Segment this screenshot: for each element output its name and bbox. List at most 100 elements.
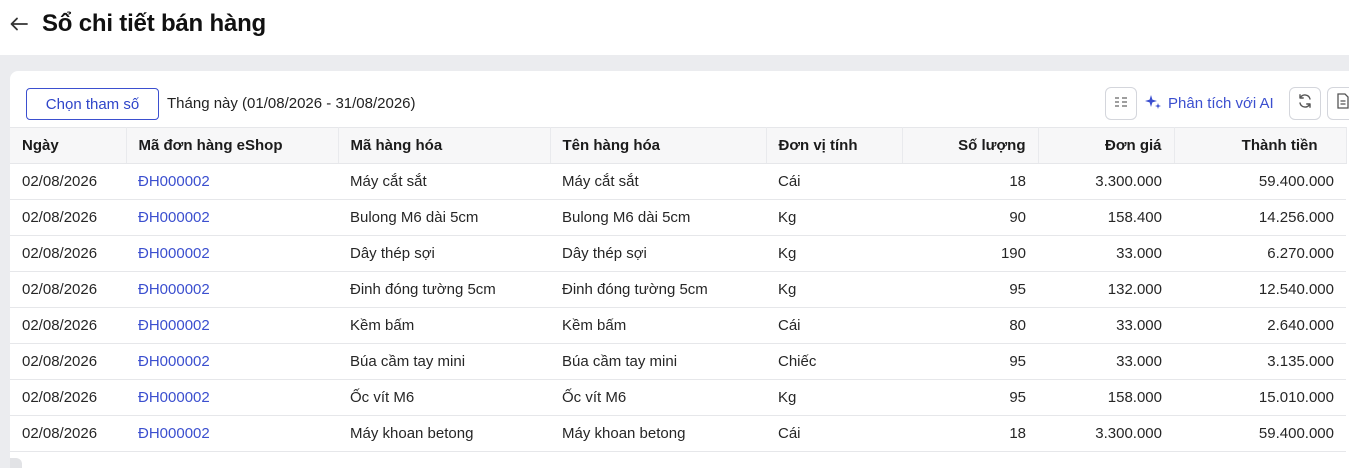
table-row[interactable]: 02/08/2026 ĐH000002 Kềm bấm Kềm bấm Cái 80 33.… [10, 307, 1346, 344]
table-row[interactable]: 02/08/2026 ĐH000002 Búa cầm tay mini Búa cầ… [10, 343, 1346, 380]
cell-date: 02/08/2026 [10, 343, 126, 380]
column-header-amount[interactable]: Thành tiền [1174, 127, 1347, 164]
cell-item-code: Ốc vít M6 [338, 379, 550, 416]
cell-unit: Kg [766, 235, 902, 272]
cell-unit: Kg [766, 379, 902, 416]
cell-unit-price: 158.400 [1038, 199, 1174, 236]
table-row[interactable]: 02/08/2026 ĐH000002 Bulong M6 dài 5cm Bulon… [10, 199, 1346, 236]
cell-eshop-order[interactable]: ĐH000002 [126, 343, 338, 380]
column-header-date[interactable]: Ngày [10, 127, 127, 164]
horizontal-scrollbar[interactable] [10, 458, 22, 468]
cell-item-code: Dây thép sợi [338, 235, 550, 272]
cell-quantity: 190 [902, 235, 1038, 272]
cell-amount: 2.640.000 [1174, 307, 1346, 344]
cell-quantity: 18 [902, 163, 1038, 200]
cell-item-code: Đinh đóng tường 5cm [338, 271, 550, 308]
cell-quantity: 90 [902, 199, 1038, 236]
cell-item-name: Kềm bấm [550, 307, 766, 344]
cell-unit: Kg [766, 271, 902, 308]
cell-item-name: Máy khoan betong [550, 415, 766, 452]
page-title: Sổ chi tiết bán hàng [42, 10, 267, 37]
table-row[interactable]: 02/08/2026 ĐH000002 Máy cắt sắt Máy cắt sắt… [10, 163, 1346, 200]
table-body: 02/08/2026 ĐH000002 Máy cắt sắt Máy cắt sắt… [10, 163, 1346, 452]
cell-unit-price: 3.300.000 [1038, 163, 1174, 200]
cell-eshop-order[interactable]: ĐH000002 [126, 163, 338, 200]
cell-quantity: 95 [902, 343, 1038, 380]
ai-analysis-label: Phân tích với AI [1168, 95, 1274, 112]
cell-amount: 6.270.000 [1174, 235, 1346, 272]
cell-item-name: Búa cầm tay mini [550, 343, 766, 380]
cell-amount: 59.400.000 [1174, 415, 1346, 452]
cell-item-name: Dây thép sợi [550, 235, 766, 272]
cell-quantity: 95 [902, 271, 1038, 308]
cell-quantity: 18 [902, 415, 1038, 452]
cell-item-code: Búa cầm tay mini [338, 343, 550, 380]
cell-eshop-order[interactable]: ĐH000002 [126, 199, 338, 236]
cell-eshop-order[interactable]: ĐH000002 [126, 307, 338, 344]
column-header-quantity[interactable]: Số lượng [902, 127, 1039, 164]
cell-item-name: Ốc vít M6 [550, 379, 766, 416]
cell-amount: 14.256.000 [1174, 199, 1346, 236]
cell-date: 02/08/2026 [10, 235, 126, 272]
cell-quantity: 80 [902, 307, 1038, 344]
cell-quantity: 95 [902, 379, 1038, 416]
cell-date: 02/08/2026 [10, 163, 126, 200]
cell-date: 02/08/2026 [10, 415, 126, 452]
cell-item-code: Bulong M6 dài 5cm [338, 199, 550, 236]
cell-amount: 59.400.000 [1174, 163, 1346, 200]
refresh-icon [1297, 93, 1313, 114]
column-header-unit-price[interactable]: Đơn giá [1038, 127, 1175, 164]
cell-item-code: Máy cắt sắt [338, 163, 550, 200]
cell-unit: Chiếc [766, 343, 902, 380]
cell-unit: Cái [766, 307, 902, 344]
cell-unit-price: 3.300.000 [1038, 415, 1174, 452]
column-settings-button[interactable] [1105, 87, 1137, 120]
sparkle-icon [1144, 93, 1162, 115]
period-label: Tháng này (01/08/2026 - 31/08/2026) [167, 95, 416, 112]
cell-unit-price: 132.000 [1038, 271, 1174, 308]
column-header-item-code[interactable]: Mã hàng hóa [338, 127, 551, 164]
table-header-row: Ngày Mã đơn hàng eShop Mã hàng hóa Tên h… [10, 127, 1347, 164]
column-settings-icon [1114, 95, 1128, 113]
cell-date: 02/08/2026 [10, 379, 126, 416]
cell-unit-price: 33.000 [1038, 235, 1174, 272]
document-icon [1336, 93, 1349, 114]
cell-eshop-order[interactable]: ĐH000002 [126, 271, 338, 308]
cell-unit: Cái [766, 415, 902, 452]
cell-unit-price: 158.000 [1038, 379, 1174, 416]
cell-eshop-order[interactable]: ĐH000002 [126, 235, 338, 272]
cell-date: 02/08/2026 [10, 199, 126, 236]
cell-date: 02/08/2026 [10, 307, 126, 344]
cell-amount: 3.135.000 [1174, 343, 1346, 380]
table-row[interactable]: 02/08/2026 ĐH000002 Ốc vít M6 Ốc vít M6 Kg 95… [10, 379, 1346, 416]
column-header-unit[interactable]: Đơn vị tính [766, 127, 903, 164]
arrow-left-icon[interactable] [9, 14, 29, 34]
cell-item-name: Bulong M6 dài 5cm [550, 199, 766, 236]
cell-unit-price: 33.000 [1038, 343, 1174, 380]
cell-amount: 12.540.000 [1174, 271, 1346, 308]
choose-params-button[interactable]: Chọn tham số [26, 88, 159, 120]
cell-item-code: Kềm bấm [338, 307, 550, 344]
cell-unit-price: 33.000 [1038, 307, 1174, 344]
top-bar: Sổ chi tiết bán hàng [0, 0, 1349, 55]
report-card: Chọn tham số Tháng này (01/08/2026 - 31/… [10, 71, 1349, 468]
sales-detail-table: Ngày Mã đơn hàng eShop Mã hàng hóa Tên h… [10, 127, 1347, 452]
cell-amount: 15.010.000 [1174, 379, 1346, 416]
cell-item-name: Đinh đóng tường 5cm [550, 271, 766, 308]
table-row[interactable]: 02/08/2026 ĐH000002 Máy khoan betong Máy kh… [10, 415, 1346, 452]
cell-unit: Kg [766, 199, 902, 236]
cell-item-name: Máy cắt sắt [550, 163, 766, 200]
refresh-button[interactable] [1289, 87, 1321, 120]
column-header-eshop-order[interactable]: Mã đơn hàng eShop [126, 127, 339, 164]
ai-analysis-button[interactable]: Phân tích với AI [1144, 87, 1274, 120]
cell-eshop-order[interactable]: ĐH000002 [126, 379, 338, 416]
cell-eshop-order[interactable]: ĐH000002 [126, 415, 338, 452]
report-toolbar: Chọn tham số Tháng này (01/08/2026 - 31/… [10, 71, 1349, 127]
export-button[interactable] [1327, 87, 1349, 120]
cell-item-code: Máy khoan betong [338, 415, 550, 452]
column-header-item-name[interactable]: Tên hàng hóa [550, 127, 767, 164]
table-row[interactable]: 02/08/2026 ĐH000002 Đinh đóng tường 5cm Đin… [10, 271, 1346, 308]
table-row[interactable]: 02/08/2026 ĐH000002 Dây thép sợi Dây thép s… [10, 235, 1346, 272]
cell-unit: Cái [766, 163, 902, 200]
cell-date: 02/08/2026 [10, 271, 126, 308]
